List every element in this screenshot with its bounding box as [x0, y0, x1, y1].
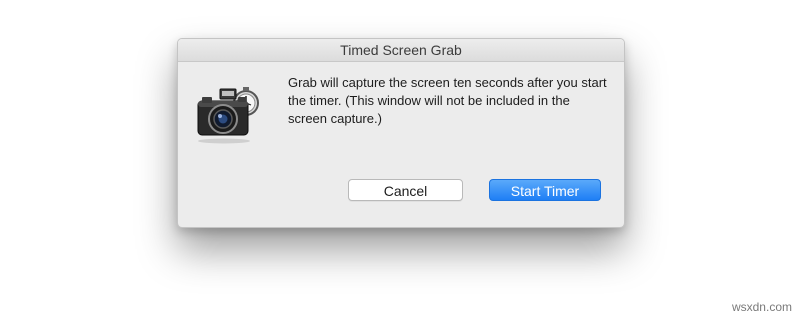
- timed-screen-grab-dialog: Timed Screen Grab Grab will capture the …: [177, 38, 625, 228]
- screenshot-stage: Timed Screen Grab Grab will capture the …: [0, 0, 800, 318]
- camera-timer-icon: [194, 83, 262, 145]
- watermark-text: wsxdn.com: [731, 300, 792, 314]
- start-timer-button[interactable]: Start Timer: [489, 179, 601, 201]
- dialog-message: Grab will capture the screen ten seconds…: [288, 75, 607, 126]
- dialog-title: Timed Screen Grab: [178, 39, 624, 62]
- cancel-button[interactable]: Cancel: [348, 179, 463, 201]
